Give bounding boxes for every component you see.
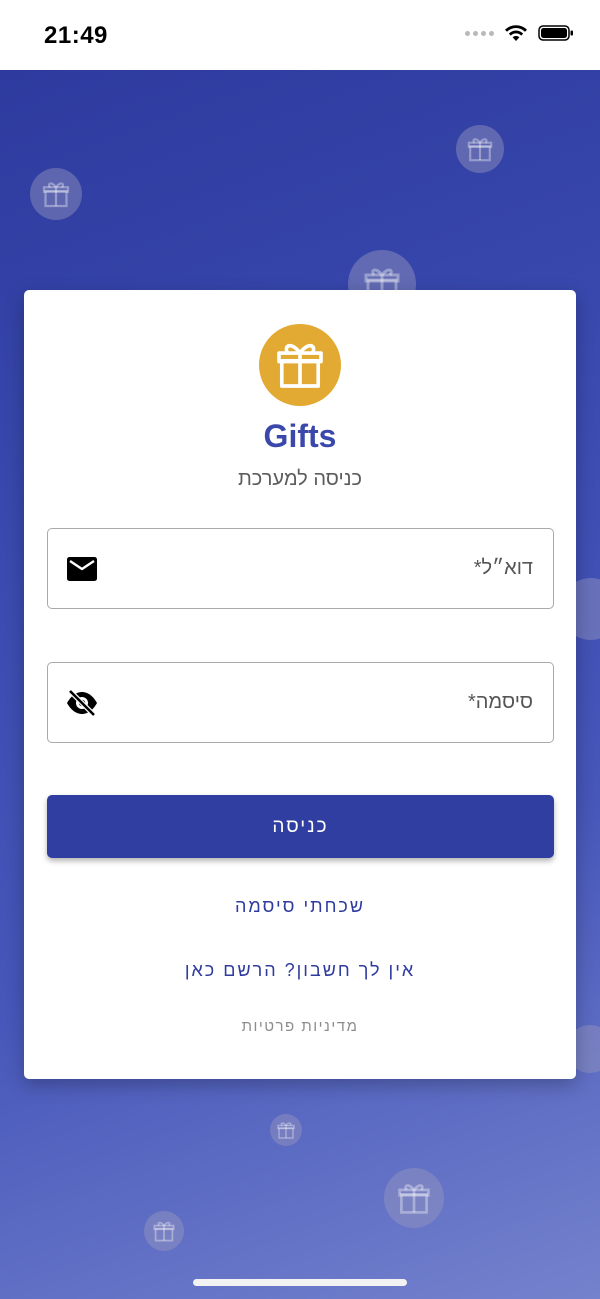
decorative-gift-icon bbox=[384, 1168, 444, 1228]
email-input[interactable] bbox=[118, 529, 533, 608]
decorative-gift-icon bbox=[30, 168, 82, 220]
password-input[interactable] bbox=[118, 663, 533, 742]
status-bar: 21:49 bbox=[0, 0, 600, 70]
gift-logo-icon bbox=[259, 324, 341, 406]
status-time: 21:49 bbox=[44, 22, 108, 49]
battery-icon bbox=[538, 25, 573, 41]
login-button[interactable]: כניסה bbox=[47, 795, 554, 858]
forgot-password-link[interactable]: שכחתי סיסמה bbox=[24, 896, 576, 917]
privacy-policy-link[interactable]: מדיניות פרטיות bbox=[24, 1018, 576, 1035]
email-field[interactable] bbox=[47, 528, 554, 609]
mail-icon bbox=[66, 553, 98, 585]
register-link[interactable]: אין לך חשבון? הרשם כאן bbox=[24, 960, 576, 981]
eye-off-icon[interactable] bbox=[66, 687, 98, 719]
password-field[interactable] bbox=[47, 662, 554, 743]
home-indicator bbox=[193, 1279, 407, 1286]
login-card: Gifts כניסה למערכת כניסה שכחתי סיסמה אין… bbox=[24, 290, 576, 1079]
login-subtitle: כניסה למערכת bbox=[237, 468, 362, 490]
status-icons bbox=[465, 24, 574, 42]
app-name: Gifts bbox=[263, 418, 337, 454]
decorative-gift-icon bbox=[270, 1114, 302, 1146]
decorative-gift-icon bbox=[144, 1211, 184, 1251]
wifi-icon bbox=[505, 25, 527, 41]
cellular-signal-icon bbox=[465, 30, 494, 36]
decorative-gift-icon bbox=[456, 125, 504, 173]
